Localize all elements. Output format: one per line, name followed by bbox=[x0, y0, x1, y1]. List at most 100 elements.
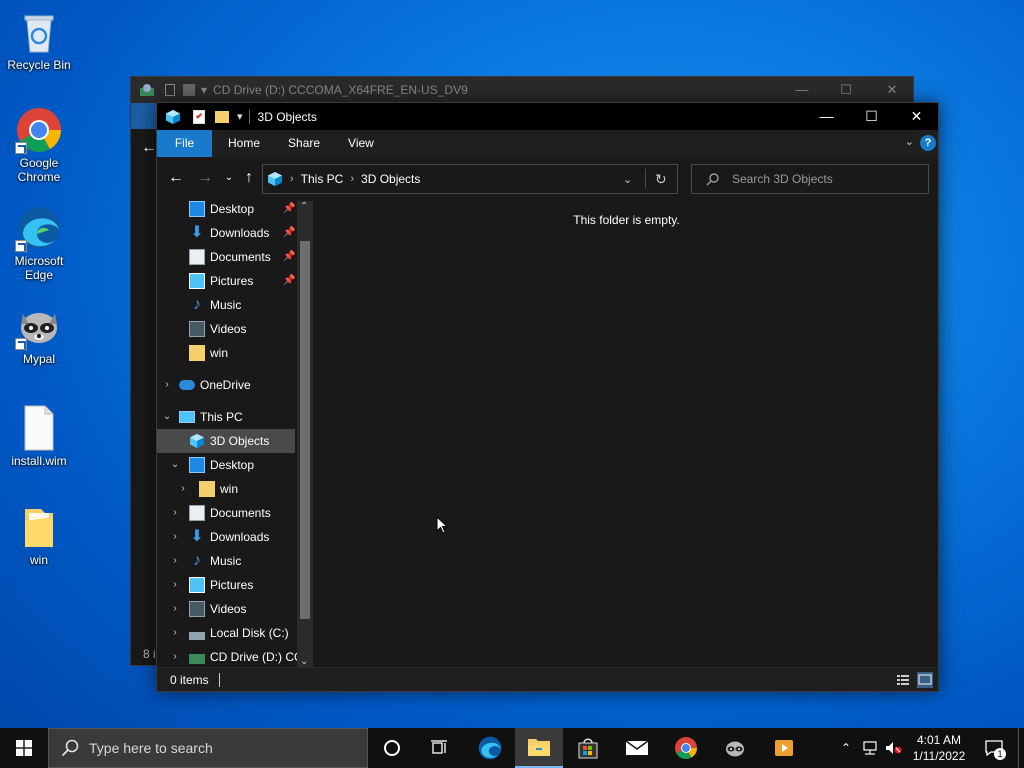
desktop-icon bbox=[189, 457, 205, 473]
ribbon-tabs: File Home Share View ⌄ ? bbox=[157, 130, 938, 157]
breadcrumb-3d-objects[interactable]: 3D Objects bbox=[361, 172, 420, 186]
show-desktop-button[interactable] bbox=[1018, 728, 1024, 768]
volume-muted-icon[interactable] bbox=[884, 728, 904, 768]
bg-back-arrow-icon[interactable]: ← bbox=[141, 139, 157, 157]
qa-new-folder-icon[interactable] bbox=[215, 110, 229, 123]
breadcrumb-chevron-icon[interactable]: › bbox=[350, 173, 354, 185]
bg-file-tab[interactable] bbox=[131, 103, 157, 129]
nav-scrollbar-thumb[interactable] bbox=[300, 241, 310, 619]
qa-dropdown-icon[interactable]: ▾ bbox=[237, 110, 243, 123]
pin-icon[interactable]: 📌 bbox=[283, 251, 295, 263]
pin-icon[interactable]: 📌 bbox=[283, 203, 295, 215]
large-icons-view-icon[interactable] bbox=[917, 672, 933, 688]
taskbar-clock[interactable]: 4:01 AM 1/11/2022 bbox=[906, 732, 972, 764]
nav-item-pictures[interactable]: Pictures bbox=[157, 269, 297, 293]
refresh-icon[interactable]: ↻ bbox=[655, 171, 667, 188]
bg-close-button[interactable]: ✕ bbox=[869, 77, 915, 103]
music-note-icon: ♪ bbox=[193, 296, 201, 313]
taskbar-edge[interactable] bbox=[466, 728, 514, 768]
forward-button[interactable]: → bbox=[194, 167, 216, 189]
nav-item-downloads[interactable]: ⬇ Downloads bbox=[157, 221, 297, 245]
titlebar[interactable]: ▾ 3D Objects — ☐ ✕ bbox=[157, 103, 938, 130]
network-icon[interactable] bbox=[860, 728, 880, 768]
desktop-icon-win[interactable]: win bbox=[2, 503, 76, 567]
nav-item-local-disk-c[interactable]: Local Disk (C:) bbox=[157, 621, 297, 645]
qa-properties-icon[interactable] bbox=[193, 109, 205, 124]
nav-item-onedrive[interactable]: OneDrive bbox=[157, 373, 297, 397]
nav-item-pc-downloads[interactable]: ⬇ Downloads bbox=[157, 525, 297, 549]
bg-maximize-button[interactable]: ☐ bbox=[823, 77, 869, 103]
nav-item-pc-videos[interactable]: Videos bbox=[157, 597, 297, 621]
scroll-up-icon[interactable]: ⌃ bbox=[300, 201, 308, 212]
desktop-icon-microsoft-edge[interactable]: Microsoft Edge bbox=[2, 204, 76, 282]
tab-share[interactable]: Share bbox=[274, 130, 334, 157]
desktop-icon-label: win bbox=[29, 553, 48, 567]
qa-properties-icon[interactable] bbox=[165, 84, 175, 96]
file-icon bbox=[15, 404, 63, 452]
nav-item-desktop-win[interactable]: win bbox=[157, 477, 297, 501]
file-list-area[interactable]: This folder is empty. bbox=[315, 201, 938, 667]
nav-item-pc-music[interactable]: ♪ Music bbox=[157, 549, 297, 573]
explorer-window[interactable]: ▾ 3D Objects — ☐ ✕ File Home Share View … bbox=[156, 102, 939, 692]
file-explorer-icon bbox=[528, 739, 550, 756]
nav-item-label: Videos bbox=[210, 322, 247, 336]
taskbar-media-app[interactable] bbox=[760, 728, 808, 768]
desktop-icon-mypal[interactable]: Mypal bbox=[2, 302, 76, 366]
recent-locations-chevron-icon[interactable]: ⌄ bbox=[218, 167, 240, 189]
address-dropdown-icon[interactable]: ⌄ bbox=[623, 173, 632, 186]
nav-item-win[interactable]: win bbox=[157, 341, 297, 365]
tab-view[interactable]: View bbox=[334, 130, 388, 157]
cortana-button[interactable] bbox=[368, 728, 416, 768]
nav-item-documents[interactable]: Documents bbox=[157, 245, 297, 269]
taskbar: Type here to search ⌃ 4:01 AM 1/11/2022 … bbox=[0, 728, 1024, 768]
desktop-icon-recycle-bin[interactable]: Recycle Bin bbox=[2, 8, 76, 72]
address-bar[interactable]: › This PC › 3D Objects ⌄ ↻ bbox=[262, 164, 678, 194]
nav-item-3d-objects[interactable]: 3D Objects bbox=[157, 429, 295, 453]
start-button[interactable] bbox=[0, 728, 48, 768]
nav-item-pc-documents[interactable]: Documents bbox=[157, 501, 297, 525]
qa-dropdown-icon[interactable]: ▾ bbox=[201, 83, 207, 97]
help-icon[interactable]: ? bbox=[920, 135, 936, 151]
desktop-icon-install-wim[interactable]: install.wim bbox=[2, 404, 76, 468]
breadcrumb-chevron-icon[interactable]: › bbox=[290, 173, 294, 185]
taskbar-mail[interactable] bbox=[613, 728, 661, 768]
minimize-button[interactable]: — bbox=[804, 103, 849, 130]
nav-item-music[interactable]: ♪ Music bbox=[157, 293, 297, 317]
maximize-button[interactable]: ☐ bbox=[849, 103, 894, 130]
taskbar-chrome[interactable] bbox=[662, 728, 710, 768]
bg-minimize-button[interactable]: — bbox=[779, 77, 825, 103]
pin-icon[interactable]: 📌 bbox=[283, 227, 295, 239]
nav-scrollbar[interactable]: ⌃ ⌄ bbox=[297, 201, 313, 667]
tab-home[interactable]: Home bbox=[214, 130, 274, 157]
back-button[interactable]: ← bbox=[165, 167, 187, 189]
show-hidden-icons-button[interactable]: ⌃ bbox=[838, 728, 854, 768]
taskbar-search-box[interactable]: Type here to search bbox=[48, 728, 368, 768]
nav-item-label: Desktop bbox=[210, 458, 255, 472]
nav-item-videos[interactable]: Videos bbox=[157, 317, 297, 341]
nav-item-this-pc[interactable]: This PC bbox=[157, 405, 297, 429]
up-button[interactable]: ↑ bbox=[238, 167, 260, 189]
navigation-pane[interactable]: Desktop 📌 ⬇ Downloads 📌 Documents 📌 Pict… bbox=[157, 201, 313, 667]
taskbar-mypal[interactable] bbox=[711, 728, 759, 768]
qa-folder-icon[interactable] bbox=[183, 84, 195, 96]
tab-file[interactable]: File bbox=[157, 130, 212, 157]
scroll-down-icon[interactable]: ⌄ bbox=[300, 656, 308, 667]
action-center-button[interactable]: 1 bbox=[980, 728, 1008, 768]
nav-item-cd-drive-d[interactable]: CD Drive (D:) CC bbox=[157, 645, 297, 667]
nav-item-pc-desktop[interactable]: Desktop bbox=[157, 453, 297, 477]
breadcrumb-this-pc[interactable]: This PC bbox=[301, 172, 344, 186]
details-view-icon[interactable] bbox=[895, 672, 911, 688]
ribbon-expand-chevron-icon[interactable]: ⌄ bbox=[905, 135, 914, 148]
mouse-cursor-icon bbox=[436, 516, 448, 534]
background-window-title: CD Drive (D:) CCCOMA_X64FRE_EN-US_DV9 bbox=[213, 83, 468, 97]
store-bag-icon bbox=[578, 738, 598, 759]
search-box[interactable]: Search 3D Objects bbox=[691, 164, 929, 194]
nav-item-desktop[interactable]: Desktop bbox=[157, 201, 297, 221]
task-view-button[interactable] bbox=[416, 728, 464, 768]
taskbar-microsoft-store[interactable] bbox=[564, 728, 612, 768]
taskbar-file-explorer[interactable] bbox=[515, 728, 563, 768]
nav-item-pc-pictures[interactable]: Pictures bbox=[157, 573, 297, 597]
pin-icon[interactable]: 📌 bbox=[283, 275, 295, 287]
desktop-icon-google-chrome[interactable]: Google Chrome bbox=[2, 106, 76, 184]
close-button[interactable]: ✕ bbox=[894, 103, 939, 130]
